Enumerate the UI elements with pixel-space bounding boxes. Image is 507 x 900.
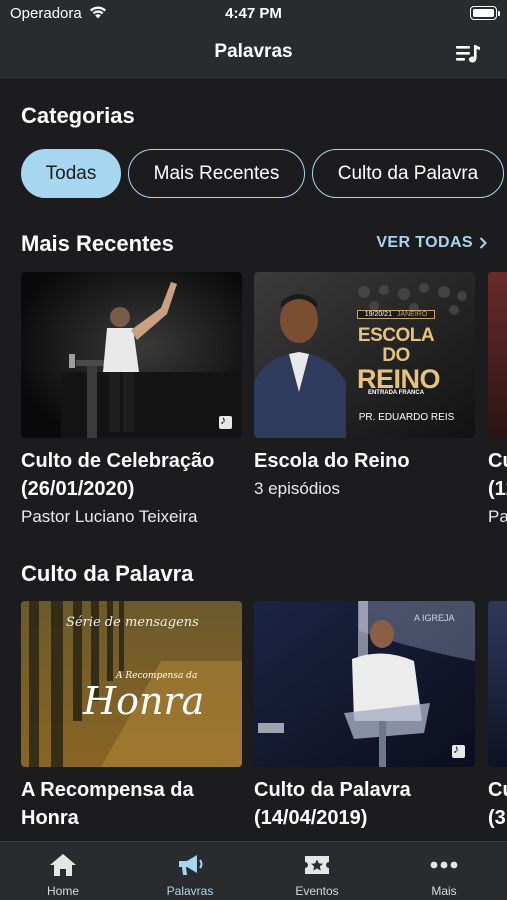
nav-bar: Palavras [0,30,507,79]
tab-bar: Home Palavras Eventos Mais [0,841,507,900]
preacher-thumbnail [488,272,507,438]
culto-card[interactable]: Cu (3 [488,601,507,834]
poster-series: Série de mensagens [66,615,199,630]
tab-home-label: Home [46,884,79,898]
poster-month-text: JANEIRO [396,311,428,318]
categories-title: Categorias [21,103,135,128]
audio-badge-icon [219,413,232,429]
culto-card[interactable]: Série de mensagens A Recompensa da Honra… [21,601,242,834]
chip-culto-da-palavra[interactable]: Culto da Palavra [312,149,504,198]
poster-title-line1: ESCOLA DO [357,325,435,366]
tab-home[interactable]: Home [0,842,126,900]
card-title: Escola do Reino [254,450,410,472]
megaphone-icon [179,855,203,875]
card-title: Culto de Celebração (26/01/2020) [21,450,215,500]
ticket-star-icon [305,856,329,874]
card-title: Culto da Palavra (14/04/2019) [254,779,411,829]
poster-title-line2: REINO [357,364,441,394]
poster-banner: A IGREJA [414,613,455,623]
culto-card[interactable]: A IGREJA Culto da Palavra (14/04/2019) [254,601,475,834]
recent-card[interactable]: Culto de Celebração (26/01/2020) Pastor … [21,272,242,529]
poster-big-title: Honra [83,679,205,723]
page-title: Palavras [214,41,293,62]
card-title: A Recompensa da Honra [21,779,194,829]
preacher-pulpit-thumbnail: A IGREJA [254,601,475,767]
see-all-link[interactable]: VER TODAS [376,234,487,252]
status-time: 4:47 PM [225,5,282,22]
chip-mais-recentes[interactable]: Mais Recentes [128,149,305,198]
card-title: Cu (3 [488,779,507,829]
card-subtitle: 3 episódios [254,479,341,498]
card-subtitle: Pa [488,507,507,526]
recent-section-title: Mais Recentes [21,231,174,256]
tab-eventos-label: Eventos [295,884,339,898]
chevron-right-icon [479,237,487,249]
chip-todas[interactable]: Todas [21,149,121,198]
tab-palavras[interactable]: Palavras [127,842,253,900]
preacher-stage-thumbnail [21,272,242,438]
more-dots-icon [430,861,458,869]
culto-thumbnail [488,601,507,767]
culto-section-title: Culto da Palavra [21,561,194,586]
playlist-icon[interactable] [455,43,481,65]
content-scroll[interactable]: Categorias Todas Mais Recentes Culto da … [0,79,507,841]
tab-eventos[interactable]: Eventos [254,842,380,900]
escola-do-reino-poster: 19/20/21 JANEIRO ESCOLA DO REINO ENTRADA… [254,272,475,438]
honra-poster: Série de mensagens A Recompensa da Honra [21,601,242,767]
tab-mais[interactable]: Mais [381,842,507,900]
poster-dates: 19/20/21 JANEIRO [357,310,435,319]
home-icon [50,854,76,876]
recent-card[interactable]: 19/20/21 JANEIRO ESCOLA DO REINO ENTRADA… [254,272,475,501]
poster-dates-text: 19/20/21 [364,311,392,318]
audio-badge-icon [452,742,465,758]
see-all-label: VER TODAS [376,234,473,251]
battery-icon [470,6,500,20]
status-bar: Operadora 4:47 PM [0,0,507,30]
card-title: Cu (12 [488,450,507,500]
poster-title: ESCOLA DO REINO [357,325,441,394]
tab-palavras-label: Palavras [166,884,214,898]
recent-card[interactable]: Cu (12 Pa [488,272,507,529]
tab-mais-label: Mais [431,884,457,898]
poster-tag: ENTRADA FRANCA [367,390,425,396]
card-subtitle: Pastor Luciano Teixeira [21,507,198,526]
poster-speaker: PR. EDUARDO REIS [358,412,455,423]
